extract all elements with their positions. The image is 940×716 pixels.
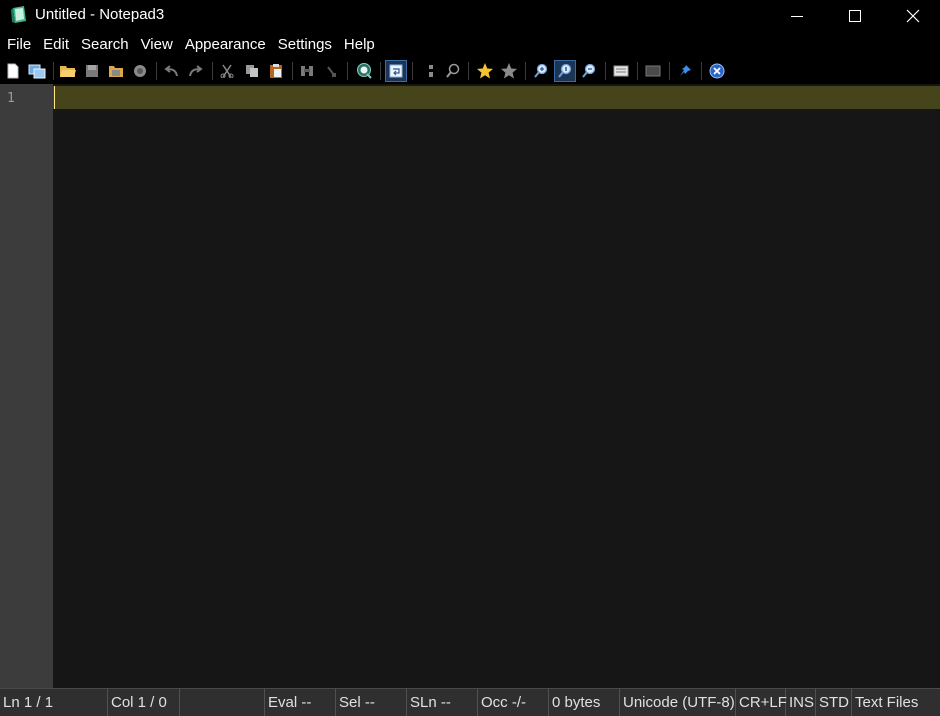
status-encoding[interactable]: Unicode (UTF-8)	[620, 689, 736, 716]
status-selection[interactable]: Sel --	[336, 689, 407, 716]
redo-icon	[189, 65, 203, 77]
favorites-icon	[501, 63, 517, 79]
window-title: Untitled - Notepad3	[35, 6, 165, 23]
menu-view[interactable]: View	[135, 32, 179, 58]
word-wrap-icon	[389, 64, 403, 78]
line-number: 1	[7, 91, 15, 106]
new-file-button[interactable]	[3, 61, 23, 81]
zoom-reset-button[interactable]	[554, 60, 576, 82]
cut-button[interactable]	[217, 61, 237, 81]
scheme-icon	[613, 65, 629, 77]
save-as-icon	[109, 66, 123, 77]
title-bar: Untitled - Notepad3	[0, 0, 940, 32]
text-caret	[54, 86, 55, 109]
save-as-button[interactable]	[106, 61, 126, 81]
toolbar	[0, 58, 940, 84]
undo-button[interactable]	[161, 61, 181, 81]
zoom-reset-icon	[558, 63, 572, 78]
copy-icon	[246, 65, 258, 77]
browse-button[interactable]	[130, 61, 150, 81]
status-column[interactable]: Col 1 / 0	[108, 689, 180, 716]
zoom-in-icon	[534, 63, 548, 78]
new-file-icon	[7, 63, 19, 79]
menu-help[interactable]: Help	[338, 32, 381, 58]
pin-button[interactable]	[675, 61, 695, 81]
scheme-button[interactable]	[611, 61, 631, 81]
zoom-out-button[interactable]	[579, 61, 599, 81]
save-button[interactable]	[82, 61, 102, 81]
word-wrap-button[interactable]	[385, 60, 407, 82]
line-number-gutter: 1	[0, 84, 53, 688]
exit-button[interactable]	[707, 61, 727, 81]
bookmark-icon	[477, 63, 493, 79]
zoom-in-button[interactable]	[531, 61, 551, 81]
customize-button[interactable]	[643, 61, 663, 81]
replace-icon	[327, 66, 336, 77]
notepad3-logo-icon	[9, 5, 29, 25]
menu-settings[interactable]: Settings	[272, 32, 338, 58]
minimize-button[interactable]	[768, 0, 826, 32]
redo-button[interactable]	[186, 61, 206, 81]
new-window-icon	[28, 64, 46, 79]
menu-search[interactable]: Search	[75, 32, 135, 58]
close-button[interactable]	[884, 0, 940, 32]
paste-icon	[270, 64, 282, 78]
favorites-button[interactable]	[499, 61, 519, 81]
goto-line-icon	[429, 65, 433, 77]
zoom-find-button[interactable]	[443, 61, 463, 81]
pin-icon	[680, 65, 691, 76]
zoom-out-icon	[582, 63, 596, 78]
status-line-ending[interactable]: CR+LF	[736, 689, 787, 716]
new-window-button[interactable]	[27, 61, 47, 81]
close-icon	[906, 9, 920, 23]
save-icon	[86, 65, 98, 77]
find-icon	[301, 66, 313, 76]
paste-button[interactable]	[266, 61, 286, 81]
browse-icon	[134, 65, 146, 77]
goto-line-button[interactable]	[421, 61, 441, 81]
status-std[interactable]: STD	[816, 689, 852, 716]
minimize-icon	[791, 15, 803, 17]
status-occurrences[interactable]: Occ -/-	[478, 689, 549, 716]
menu-file[interactable]: File	[1, 32, 37, 58]
current-line-highlight	[53, 86, 940, 109]
menu-edit[interactable]: Edit	[37, 32, 75, 58]
status-insert-mode[interactable]: INS	[786, 689, 816, 716]
cut-icon	[220, 64, 234, 78]
undo-icon	[164, 65, 178, 77]
open-button[interactable]	[58, 61, 78, 81]
find-in-files-icon	[357, 63, 372, 79]
status-file-size: 0 bytes	[549, 689, 620, 716]
menu-appearance[interactable]: Appearance	[179, 32, 272, 58]
maximize-button[interactable]	[826, 0, 884, 32]
bookmark-button[interactable]	[475, 61, 495, 81]
status-line[interactable]: Ln 1 / 1	[0, 689, 108, 716]
replace-button[interactable]	[321, 61, 341, 81]
status-selected-lines[interactable]: SLn --	[407, 689, 478, 716]
status-blank	[180, 689, 265, 716]
find-button[interactable]	[297, 61, 317, 81]
status-eval[interactable]: Eval --	[265, 689, 336, 716]
exit-icon	[709, 63, 725, 79]
text-editor[interactable]	[53, 84, 940, 688]
status-bar: Ln 1 / 1 Col 1 / 0 Eval -- Sel -- SLn --…	[0, 688, 940, 716]
maximize-icon	[849, 10, 861, 22]
menu-bar: File Edit Search View Appearance Setting…	[0, 32, 940, 58]
open-folder-icon	[60, 66, 76, 77]
status-lexer[interactable]: Text Files	[852, 689, 940, 716]
customize-icon	[645, 65, 661, 77]
copy-button[interactable]	[242, 61, 262, 81]
zoom-find-icon	[446, 63, 460, 78]
find-in-files-button[interactable]	[354, 61, 374, 81]
